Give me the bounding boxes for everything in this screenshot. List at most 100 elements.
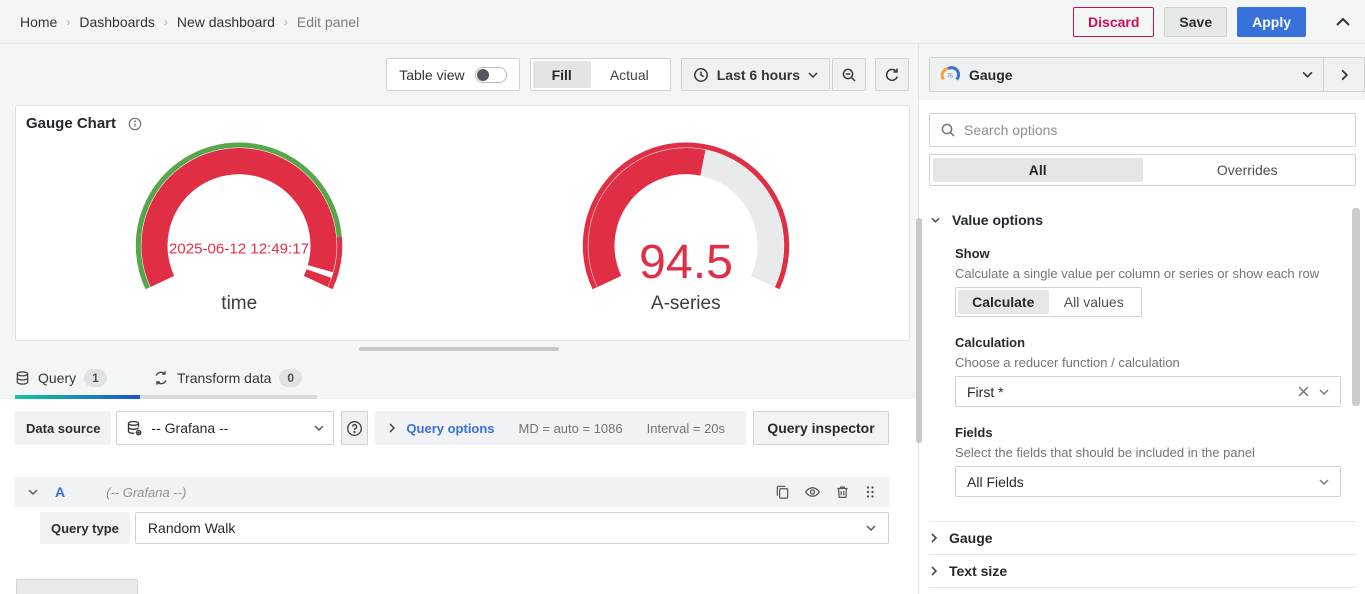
section-text-size[interactable]: Text size xyxy=(929,554,1356,587)
clear-icon[interactable] xyxy=(1298,386,1309,397)
chevron-down-icon xyxy=(1302,71,1313,78)
show-description: Calculate a single value per column or s… xyxy=(955,266,1356,281)
calculation-select[interactable]: First * xyxy=(955,376,1341,407)
breadcrumb: Home › Dashboards › New dashboard › Edit… xyxy=(20,14,359,30)
filter-tab-all[interactable]: All xyxy=(933,158,1143,182)
gauge-a-series-label: A-series xyxy=(651,293,721,315)
section-gauge[interactable]: Gauge xyxy=(929,521,1356,554)
hide-query-eye-icon[interactable] xyxy=(804,484,821,500)
options-scrollbar[interactable] xyxy=(1352,208,1360,406)
breadcrumb-dashboards[interactable]: Dashboards xyxy=(79,14,155,30)
actual-option[interactable]: Actual xyxy=(591,61,668,88)
gauge-a-series-arc: 94.5 xyxy=(575,141,797,292)
calculation-description: Choose a reducer function / calculation xyxy=(955,355,1356,370)
query-type-row: Query type Random Walk xyxy=(40,512,889,544)
all-values-option[interactable]: All values xyxy=(1049,290,1140,314)
query-type-label: Query type xyxy=(40,512,130,544)
gauge-time-value: 2025-06-12 12:49:17 xyxy=(169,241,309,258)
calculation-label: Calculation xyxy=(955,335,1356,350)
time-range-picker[interactable]: Last 6 hours xyxy=(681,58,830,91)
data-source-row: Data source -- Grafana -- xyxy=(15,411,889,445)
header-actions: Discard Save Apply xyxy=(1073,7,1350,37)
gauge-time: 2025-06-12 12:49:17 time xyxy=(16,141,463,315)
fill-option[interactable]: Fill xyxy=(533,61,591,88)
query-options-toggle[interactable]: Query options xyxy=(389,421,494,436)
top-header: Home › Dashboards › New dashboard › Edit… xyxy=(0,0,1365,44)
gauge-time-label: time xyxy=(221,293,257,315)
visualization-select[interactable]: 75 Gauge xyxy=(930,58,1323,91)
filter-tab-overrides[interactable]: Overrides xyxy=(1143,158,1353,182)
refresh-icon xyxy=(884,67,900,83)
tab-query[interactable]: Query 1 xyxy=(15,361,140,395)
search-icon xyxy=(940,122,956,138)
chevron-down-icon xyxy=(314,425,324,431)
data-source-select[interactable]: -- Grafana -- xyxy=(116,411,334,445)
gauge-a-series: 94.5 A-series xyxy=(463,141,910,315)
search-options-input[interactable] xyxy=(964,122,1345,138)
tab-transform-label: Transform data xyxy=(177,370,271,386)
breadcrumb-home[interactable]: Home xyxy=(20,14,57,30)
chevron-down-icon xyxy=(808,72,818,78)
svg-text:75: 75 xyxy=(947,73,953,79)
apply-button[interactable]: Apply xyxy=(1237,7,1306,37)
calculation-value: First * xyxy=(967,384,1298,400)
drag-handle-icon[interactable] xyxy=(864,484,876,500)
data-source-value: -- Grafana -- xyxy=(151,420,306,436)
duplicate-query-icon[interactable] xyxy=(775,484,790,500)
section-gauge-label: Gauge xyxy=(949,530,993,546)
breadcrumb-new-dashboard[interactable]: New dashboard xyxy=(177,14,275,30)
fields-select[interactable]: All Fields xyxy=(955,466,1341,497)
section-text-size-label: Text size xyxy=(949,563,1007,579)
discard-button[interactable]: Discard xyxy=(1073,7,1154,37)
value-options-section-header[interactable]: Value options xyxy=(929,212,1356,228)
refresh-button[interactable] xyxy=(875,58,909,91)
chevron-down-icon[interactable] xyxy=(28,489,38,495)
breadcrumb-separator: › xyxy=(66,15,70,29)
breadcrumb-current: Edit panel xyxy=(297,14,359,30)
chevron-down-icon[interactable] xyxy=(1319,389,1329,395)
query-ref-id[interactable]: A xyxy=(55,484,65,500)
value-options-title: Value options xyxy=(952,212,1043,228)
toggle-switch-off[interactable] xyxy=(475,67,507,83)
chevron-down-icon[interactable] xyxy=(1319,479,1329,485)
main-scrollbar[interactable] xyxy=(916,218,922,443)
query-inspector-button[interactable]: Query inspector xyxy=(753,411,889,445)
gauge-panel[interactable]: Gauge Chart 2025-06-12 12:49:17 xyxy=(15,105,910,341)
panel-resize-handle[interactable] xyxy=(359,347,559,351)
save-button[interactable]: Save xyxy=(1164,7,1227,37)
zoom-out-button[interactable] xyxy=(832,58,866,91)
editor-tabs: Query 1 Transform data 0 xyxy=(15,361,918,395)
options-search[interactable] xyxy=(929,113,1356,147)
tab-transform-data[interactable]: Transform data 0 xyxy=(140,361,317,395)
table-view-label: Table view xyxy=(399,67,464,83)
visualization-picker: 75 Gauge xyxy=(929,57,1365,92)
clock-icon xyxy=(693,67,709,83)
query-options-interval: Interval = 20s xyxy=(647,421,725,436)
gauge-a-series-value: 94.5 xyxy=(639,235,733,289)
chevron-down-icon xyxy=(931,217,940,223)
panel-options-sidebar: 75 Gauge xyxy=(918,44,1365,594)
collapse-options-pane-button[interactable] xyxy=(1323,58,1364,91)
query-type-value: Random Walk xyxy=(148,520,866,536)
add-query-button[interactable] xyxy=(16,579,138,594)
data-source-help-button[interactable] xyxy=(341,411,368,445)
section-standard-options[interactable]: Standard options xyxy=(929,587,1356,594)
table-view-toggle[interactable]: Table view xyxy=(386,58,519,91)
info-icon[interactable] xyxy=(128,117,142,131)
visualization-name: Gauge xyxy=(969,67,1293,83)
fields-description: Select the fields that should be include… xyxy=(955,445,1356,460)
breadcrumb-separator: › xyxy=(164,15,168,29)
data-source-label: Data source xyxy=(15,411,111,445)
chevron-up-icon[interactable] xyxy=(1336,18,1350,26)
chevron-right-icon xyxy=(389,423,395,433)
query-editor: Data source -- Grafana -- xyxy=(0,399,918,594)
panel-toolbar: Table view Fill Actual Last 6 hours xyxy=(0,57,909,92)
gauge-viz-icon: 75 xyxy=(940,65,960,85)
query-options-bar: Query options MD = auto = 1086 Interval … xyxy=(375,411,746,445)
zoom-out-icon xyxy=(841,67,857,83)
delete-query-trash-icon[interactable] xyxy=(835,484,850,500)
calculate-option[interactable]: Calculate xyxy=(958,290,1049,314)
show-mode-toggle: Calculate All values xyxy=(955,287,1142,317)
breadcrumb-separator: › xyxy=(284,15,288,29)
query-type-select[interactable]: Random Walk xyxy=(135,512,889,544)
